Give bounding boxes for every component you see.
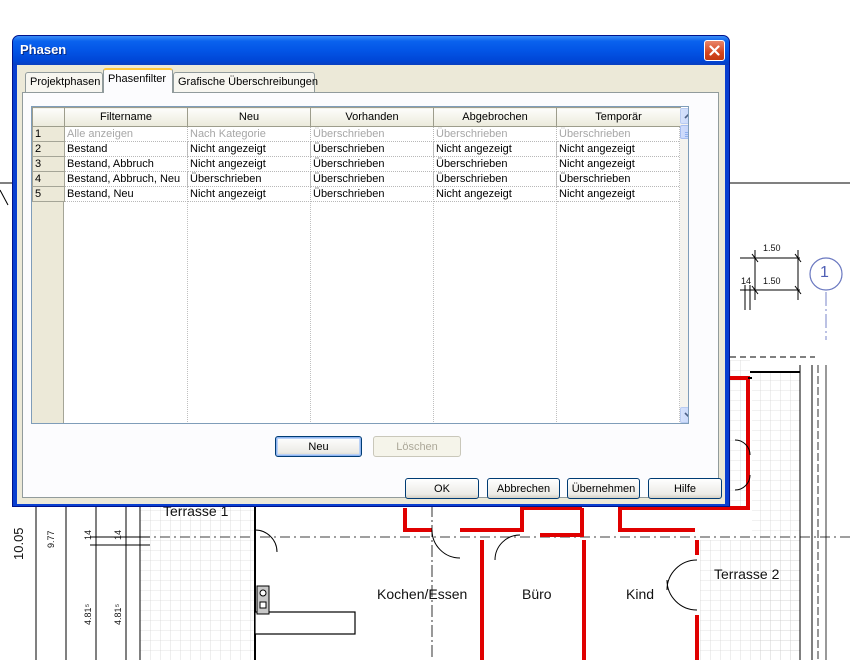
scroll-down-button[interactable] xyxy=(680,407,688,423)
table-cell[interactable]: Bestand, Abbruch xyxy=(64,156,188,172)
room-label: Kochen/Essen xyxy=(377,586,468,602)
table-cell[interactable]: Überschrieben xyxy=(310,156,434,172)
table-row[interactable]: 4 Bestand, Abbruch, Neu Überschrieben Übers… xyxy=(32,171,681,187)
tab-projektphasen[interactable]: Projektphasen xyxy=(25,72,103,92)
table-cell[interactable]: Nach Kategorie xyxy=(187,126,311,142)
column-header[interactable]: Filtername xyxy=(64,107,188,127)
tab-grafische-ueberschreibungen[interactable]: Grafische Überschreibungen xyxy=(173,72,318,92)
dialog-title: Phasen xyxy=(20,42,67,57)
dialog-titlebar[interactable]: Phasen xyxy=(13,36,729,65)
new-filter-button[interactable]: Neu xyxy=(275,436,362,457)
table-row[interactable]: 1 Alle anzeigen Nach Kategorie Überschriebe… xyxy=(32,126,681,142)
scroll-up-button[interactable] xyxy=(680,108,688,124)
table-cell[interactable]: Nicht angezeigt xyxy=(556,141,681,157)
table-row[interactable]: 5 Bestand, Neu Nicht angezeigt Überschriebe… xyxy=(32,186,681,202)
table-cell[interactable]: Überschrieben xyxy=(310,171,434,187)
dimension-label: 14 xyxy=(741,276,752,286)
table-cell[interactable]: Überschrieben xyxy=(433,171,557,187)
dimension-label: 4.81⁵ xyxy=(83,603,93,625)
table-cell[interactable]: Nicht angezeigt xyxy=(433,141,557,157)
table-cell[interactable]: Nicht angezeigt xyxy=(556,186,681,202)
table-cell[interactable]: Alle anzeigen xyxy=(64,126,188,142)
room-label: Büro xyxy=(522,586,552,602)
room-label: Kind xyxy=(626,586,655,602)
dimension-label: 9.77 xyxy=(46,530,56,548)
ok-button[interactable]: OK xyxy=(405,478,479,499)
table-cell[interactable]: Bestand xyxy=(64,141,188,157)
table-cell[interactable]: Überschrieben xyxy=(433,156,557,172)
table-corner-cell xyxy=(32,107,65,127)
dimension-label: 4.81⁵ xyxy=(113,603,123,625)
table-cell[interactable]: Überschrieben xyxy=(433,126,557,142)
table-cell[interactable]: Überschrieben xyxy=(556,126,681,142)
table-cell[interactable]: Nicht angezeigt xyxy=(433,186,557,202)
dimension-label: 1.50 xyxy=(763,243,781,253)
table-cell[interactable]: Überschrieben xyxy=(187,171,311,187)
table-cell[interactable]: Nicht angezeigt xyxy=(187,156,311,172)
close-button[interactable] xyxy=(704,40,725,61)
table-cell[interactable]: Nicht angezeigt xyxy=(187,186,311,202)
phasenfilter-panel: Filtername Neu Vorhanden Abgebrochen Tem… xyxy=(22,92,719,498)
row-number[interactable]: 5 xyxy=(32,186,65,202)
grid-marker-label: 1 xyxy=(820,264,829,281)
chevron-up-icon xyxy=(683,113,688,119)
phase-filter-table[interactable]: Filtername Neu Vorhanden Abgebrochen Tem… xyxy=(31,106,689,424)
dialog-client-area: Projektphasen Phasenfilter Grafische Übe… xyxy=(17,65,725,504)
cancel-button[interactable]: Abbrechen xyxy=(487,478,560,499)
scroll-thumb[interactable] xyxy=(680,125,688,139)
table-cell[interactable]: Überschrieben xyxy=(556,171,681,187)
dimension-label: 14 xyxy=(83,529,93,540)
table-row[interactable]: 2 Bestand Nicht angezeigt Überschrieben Nich… xyxy=(32,141,681,157)
dimension-label: 10.05 xyxy=(11,527,26,560)
phasen-dialog: Phasen Projektphasen Phasenfilter Grafis… xyxy=(12,35,730,507)
table-cell[interactable]: Bestand, Neu xyxy=(64,186,188,202)
grip-icon xyxy=(685,132,688,137)
table-row[interactable]: 3 Bestand, Abbruch Nicht angezeigt Überschr… xyxy=(32,156,681,172)
column-header[interactable]: Temporär xyxy=(556,107,681,127)
tab-phasenfilter[interactable]: Phasenfilter xyxy=(103,68,173,93)
room-label: Terrasse 2 xyxy=(714,566,780,582)
column-header[interactable]: Abgebrochen xyxy=(433,107,557,127)
table-cell[interactable]: Überschrieben xyxy=(310,141,434,157)
row-number[interactable]: 2 xyxy=(32,141,65,157)
row-number[interactable]: 1 xyxy=(32,126,65,142)
dimension-label: 1.50 xyxy=(763,276,781,286)
table-cell[interactable]: Überschrieben xyxy=(310,126,434,142)
table-cell[interactable]: Überschrieben xyxy=(310,186,434,202)
column-header[interactable]: Neu xyxy=(187,107,311,127)
table-cell[interactable]: Nicht angezeigt xyxy=(556,156,681,172)
close-icon xyxy=(709,45,720,56)
table-cell[interactable]: Nicht angezeigt xyxy=(187,141,311,157)
dimension-label: 14 xyxy=(113,529,123,540)
delete-filter-button[interactable]: Löschen xyxy=(373,436,461,457)
vertical-scrollbar[interactable] xyxy=(680,108,688,423)
chevron-down-icon xyxy=(683,412,688,418)
row-number[interactable]: 4 xyxy=(32,171,65,187)
table-cell[interactable]: Bestand, Abbruch, Neu xyxy=(64,171,188,187)
row-number[interactable]: 3 xyxy=(32,156,65,172)
help-button[interactable]: Hilfe xyxy=(648,478,722,499)
column-header[interactable]: Vorhanden xyxy=(310,107,434,127)
apply-button[interactable]: Übernehmen xyxy=(567,478,640,499)
